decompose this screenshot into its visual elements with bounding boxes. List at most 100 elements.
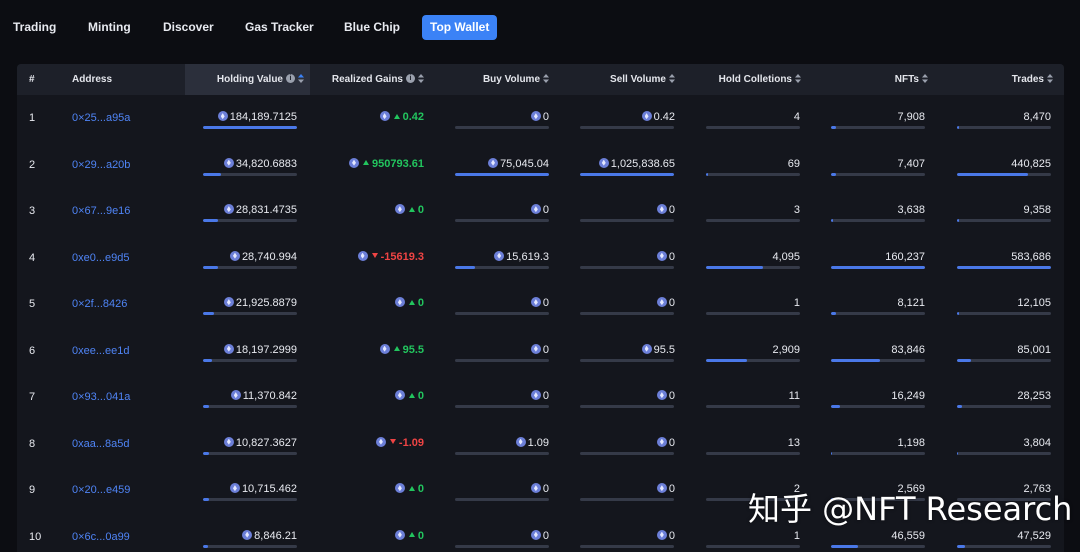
- gain-value-wrap: 0: [394, 297, 424, 310]
- col-header-trades[interactable]: Trades: [942, 64, 1053, 95]
- holding-value-wrap: 184,189.7125: [217, 111, 297, 124]
- eth-icon: [530, 390, 541, 401]
- rank-cell: 2: [29, 158, 36, 171]
- hold-progress-bar: [706, 219, 800, 222]
- address-link[interactable]: 0xee...ee1d: [72, 345, 130, 357]
- sell-value-wrap: 0: [656, 204, 675, 217]
- address-link[interactable]: 0×29...a20b: [72, 159, 130, 171]
- address-link[interactable]: 0×6c...0a99: [72, 531, 130, 543]
- nav-item-blue-chip[interactable]: Blue Chip: [344, 15, 400, 40]
- col-header-holding-value[interactable]: Holding Value i: [185, 64, 310, 95]
- nfts-value-wrap: 8,121: [897, 297, 925, 310]
- nfts-progress-bar: [831, 219, 925, 222]
- nfts-cell: 8,121: [831, 280, 925, 326]
- table-row[interactable]: 5 0×2f...8426 21,925.8879 0 0 0 1 8,121 12,105: [17, 280, 1064, 326]
- address-link[interactable]: 0×67...9e16: [72, 205, 130, 217]
- sell-cell: 0: [580, 187, 675, 233]
- sell-progress-bar: [580, 312, 674, 315]
- holding-value: 10,827.3627: [235, 436, 297, 449]
- trades-progress-fill: [957, 405, 962, 408]
- col-header-buy-volume[interactable]: Buy Volume: [437, 64, 549, 95]
- nav-item-discover[interactable]: Discover: [163, 15, 214, 40]
- buy-value: 0: [542, 343, 549, 356]
- eth-icon: [357, 250, 368, 261]
- buy-cell: 0: [455, 187, 549, 233]
- table-row[interactable]: 3 0×67...9e16 28,831.4735 0 0 0 3 3,638 9,358: [17, 187, 1064, 233]
- table-row[interactable]: 7 0×93...041a 11,370.842 0 0 0 11 16,249 28,253: [17, 373, 1064, 419]
- arrow-up-icon: [393, 113, 400, 119]
- gain-value-wrap: 0: [394, 390, 424, 403]
- trades-progress-bar: [957, 451, 1051, 455]
- gain-value-wrap: 95.5: [379, 344, 424, 357]
- buy-cell: 15,619.3: [455, 234, 549, 280]
- col-header-nfts[interactable]: NFTs: [817, 64, 928, 95]
- gain-cell: 95.5: [310, 327, 424, 373]
- nav-item-top-wallet[interactable]: Top Wallet: [422, 15, 498, 40]
- info-icon[interactable]: i: [406, 73, 415, 83]
- eth-icon: [530, 343, 541, 354]
- address-link[interactable]: 0×20...e459: [72, 484, 130, 496]
- hold-value: 3: [793, 204, 800, 216]
- gain-value-wrap: -1.09: [375, 437, 424, 450]
- holding-cell: 18,197.2999: [203, 327, 297, 373]
- arrow-up-icon: [408, 485, 415, 491]
- table-row[interactable]: 4 0xe0...e9d5 28,740.994 -15619.3 15,619.3 0 4…: [17, 234, 1064, 280]
- nfts-progress-bar: [831, 358, 925, 362]
- nfts-value: 7,908: [897, 111, 925, 123]
- nfts-cell: 3,638: [831, 187, 925, 233]
- sell-value: 0: [668, 297, 675, 309]
- sell-cell: 1,025,838.65: [580, 141, 675, 187]
- arrow-down-icon: [371, 253, 378, 259]
- table-row[interactable]: 2 0×29...a20b 34,820.6883 950793.61 75,045.0…: [17, 141, 1064, 187]
- hold-cell: 11: [706, 373, 800, 419]
- info-icon[interactable]: i: [286, 73, 295, 83]
- holding-progress-fill: [203, 312, 215, 315]
- sell-progress-bar: [580, 265, 674, 269]
- eth-icon: [394, 297, 405, 308]
- trades-progress-fill: [957, 126, 959, 129]
- col-header-hold-collections[interactable]: Hold Colletions: [687, 64, 801, 95]
- trades-progress-fill: [957, 172, 1029, 176]
- table-row[interactable]: 8 0xaa...8a5d 10,827.3627 -1.09 1.09 0 13 1,198…: [17, 420, 1064, 466]
- address-link[interactable]: 0×25...a95a: [72, 112, 130, 124]
- col-header-sell-volume[interactable]: Sell Volume: [562, 64, 675, 95]
- trades-progress-bar: [957, 265, 1051, 269]
- trades-cell: 85,001: [957, 327, 1051, 373]
- buy-value: 0: [542, 297, 549, 309]
- trades-value-wrap: 28,253: [1017, 390, 1051, 403]
- address-link[interactable]: 0×93...041a: [72, 391, 130, 403]
- buy-value: 0: [542, 529, 549, 542]
- col-header-holding-value-label: Holding Value: [216, 74, 283, 85]
- eth-icon: [656, 436, 667, 447]
- nfts-progress-bar: [831, 312, 925, 315]
- hold-progress-fill: [706, 265, 764, 269]
- eth-icon: [394, 204, 405, 215]
- nav-item-minting[interactable]: Minting: [88, 15, 131, 40]
- holding-progress-fill: [203, 172, 221, 176]
- holding-value-wrap: 21,925.8879: [223, 297, 297, 310]
- hold-cell: 4,095: [706, 234, 800, 280]
- nav-item-trading[interactable]: Trading: [13, 15, 56, 40]
- realized-gain-value: 0: [417, 204, 424, 216]
- address-link[interactable]: 0×2f...8426: [72, 298, 127, 310]
- sell-value-wrap: 0: [656, 436, 675, 450]
- arrow-up-icon: [408, 532, 415, 538]
- eth-icon: [656, 297, 667, 308]
- address-link[interactable]: 0xe0...e9d5: [72, 252, 130, 264]
- table-row[interactable]: 6 0xee...ee1d 18,197.2999 95.5 0 95.5 2,909 83,…: [17, 327, 1064, 373]
- nav-item-gas-tracker[interactable]: Gas Tracker: [245, 15, 314, 40]
- holding-cell: 28,831.4735: [203, 187, 297, 233]
- hold-value: 4: [793, 111, 800, 123]
- rank-cell: 1: [29, 112, 36, 124]
- eth-icon: [230, 390, 241, 401]
- holding-value: 21,925.8879: [235, 297, 297, 309]
- sell-cell: 0.42: [580, 94, 675, 140]
- buy-progress-bar: [455, 265, 549, 269]
- address-link[interactable]: 0xaa...8a5d: [72, 438, 130, 450]
- table-row[interactable]: 1 0×25...a95a 184,189.7125 0.42 0 0.42 4 7,908 8…: [17, 94, 1064, 140]
- gain-cell: 0: [310, 187, 424, 233]
- hold-value: 4,095: [772, 250, 800, 263]
- col-header-realized-gains[interactable]: Realized Gains i: [310, 64, 424, 95]
- sell-progress-bar: [580, 172, 674, 176]
- trades-value-wrap: 12,105: [1017, 297, 1051, 310]
